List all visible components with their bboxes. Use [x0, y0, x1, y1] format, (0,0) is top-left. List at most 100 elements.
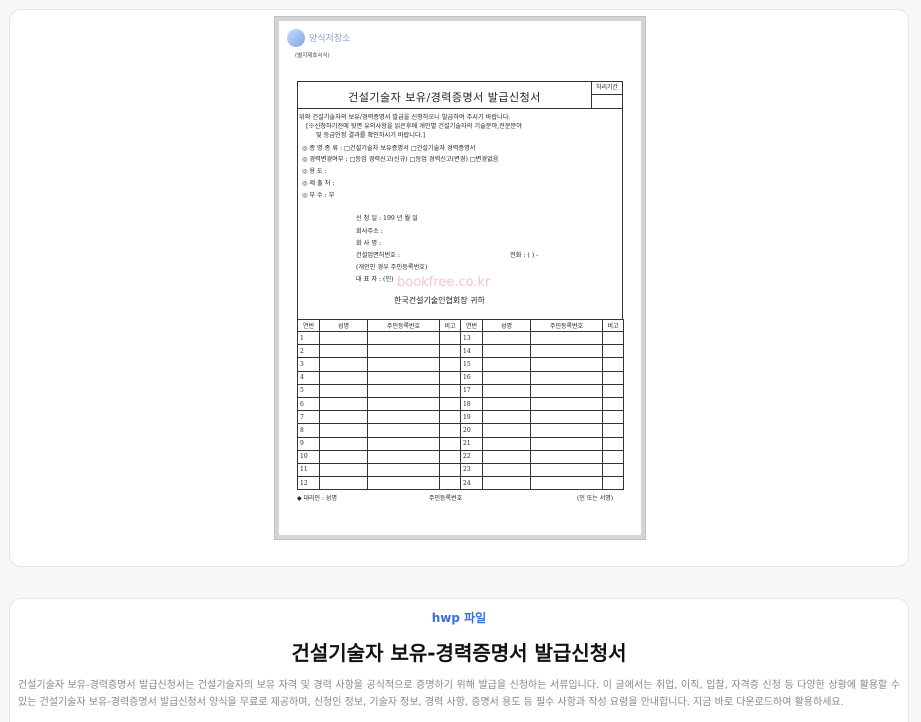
table-cell	[530, 396, 603, 412]
representative: 대 표 자 : (인)	[356, 276, 394, 283]
table-cell	[367, 449, 440, 464]
row-number-cell: 24	[460, 476, 483, 491]
footer-id: 주민등록번호	[429, 495, 463, 502]
footer-sign: (인 또는 서명)	[577, 495, 614, 502]
license-number: 건설업면허번호 :	[356, 252, 400, 259]
applicant-table: 연번 성명 주민등록번호 비고 연번 성명 주민등록번호 비고 1 13 2 14 3 1…	[297, 319, 624, 491]
table-cell	[439, 396, 461, 412]
table-cell	[367, 357, 440, 372]
table-row: 8 20	[297, 423, 624, 438]
table-cell	[482, 436, 531, 451]
document-page: 양식저장소 (별지제호서식) 건설기술자 보유/경력증명서 발급신청서 처리기간…	[279, 21, 641, 535]
table-cell	[602, 370, 624, 385]
row-number-cell: 15	[460, 357, 483, 372]
table-cell	[367, 383, 440, 398]
table-row: 4 16	[297, 370, 624, 385]
row-number-cell: 5	[297, 383, 320, 398]
table-cell	[439, 330, 461, 346]
recipient: 한국건설기술인협회장 귀하	[394, 296, 485, 305]
application-date: 신 청 일 : 199 년 월 일	[356, 215, 418, 222]
certificate-kind-row: ◎ 증 명 종 류 : □건설기술자 보유증명서 □건설기술자 경력증명서	[302, 145, 476, 152]
table-cell	[367, 410, 440, 425]
info-card: hwp 파일 건설기술자 보유-경력증명서 발급신청서 건설기술자 보유-경력증…	[9, 598, 909, 722]
watermark: bookfree.co.kr	[397, 275, 491, 290]
row-number-cell: 14	[460, 344, 483, 359]
row-number-cell: 20	[460, 423, 483, 438]
table-cell	[530, 357, 603, 372]
table-cell	[319, 462, 368, 478]
table-row: 5 17	[297, 383, 624, 398]
table-cell	[482, 396, 531, 412]
row-number-cell: 2	[297, 344, 320, 359]
table-header-row: 연번 성명 주민등록번호 비고 연번 성명 주민등록번호 비고	[297, 319, 624, 332]
row-number-cell: 23	[460, 462, 483, 478]
table-cell	[482, 370, 531, 385]
table-cell	[319, 396, 368, 412]
table-cell	[602, 423, 624, 438]
table-cell	[367, 476, 440, 491]
table-cell	[367, 462, 440, 478]
row-number-cell: 13	[460, 330, 483, 346]
page-description: 건설기술자 보유-경력증명서 발급신청서는 건설기술자의 보유 자격 및 경력 …	[18, 680, 900, 708]
table-cell	[439, 410, 461, 425]
copies-row: ◎ 부 수 : 부	[302, 192, 335, 199]
table-cell	[367, 330, 440, 346]
row-number-cell: 9	[297, 436, 320, 451]
column-header: 연번	[297, 319, 320, 332]
table-cell	[602, 396, 624, 412]
row-number-cell: 21	[460, 436, 483, 451]
table-cell	[602, 449, 624, 464]
table-cell	[530, 344, 603, 359]
table-cell	[530, 410, 603, 425]
file-type-label: hwp 파일	[431, 611, 487, 625]
column-header: 성명	[482, 319, 531, 332]
table-cell	[439, 383, 461, 398]
table-row: 6 18	[297, 396, 624, 412]
table-cell	[482, 383, 531, 398]
phone-number: 전화 : ( ) -	[510, 252, 539, 259]
table-cell	[319, 370, 368, 385]
table-row: 3 15	[297, 357, 624, 372]
table-cell	[602, 410, 624, 425]
form-number: (별지제호서식)	[295, 53, 330, 59]
table-cell	[482, 330, 531, 346]
table-cell	[439, 449, 461, 464]
row-number-cell: 11	[297, 462, 320, 478]
table-row: 7 19	[297, 410, 624, 425]
table-cell	[439, 436, 461, 451]
row-number-cell: 10	[297, 449, 320, 464]
intro-text: 위와 건설기술자의 보유/경력증명서 발급을 신청하오니 발급하여 주시기 바랍…	[299, 114, 511, 121]
table-cell	[602, 476, 624, 491]
table-cell	[319, 449, 368, 464]
table-row: 1 13	[297, 330, 624, 346]
table-cell	[367, 396, 440, 412]
document-preview[interactable]: 양식저장소 (별지제호서식) 건설기술자 보유/경력증명서 발급신청서 처리기간…	[274, 16, 646, 540]
table-cell	[482, 449, 531, 464]
table-cell	[530, 449, 603, 464]
note-line-1: [※신청하기전에 뒷면 유의사항을 읽은후에 개인별 건설기술자의 기술분야,전…	[306, 123, 522, 130]
logo-icon	[287, 29, 305, 47]
row-number-cell: 19	[460, 410, 483, 425]
page-title: 건설기술자 보유-경력증명서 발급신청서	[291, 641, 627, 665]
table-cell	[602, 462, 624, 478]
row-number-cell: 17	[460, 383, 483, 398]
document-title: 건설기술자 보유/경력증명서 발급신청서	[348, 91, 541, 104]
column-header: 성명	[319, 319, 368, 332]
table-cell	[482, 410, 531, 425]
table-cell	[439, 423, 461, 438]
column-header: 비고	[602, 319, 624, 332]
preview-card: 양식저장소 (별지제호서식) 건설기술자 보유/경력증명서 발급신청서 처리기간…	[9, 9, 909, 567]
table-cell	[482, 344, 531, 359]
table-cell	[367, 423, 440, 438]
table-cell	[319, 357, 368, 372]
column-header: 연번	[460, 319, 483, 332]
table-cell	[530, 330, 603, 346]
company-address: 회사주소 :	[356, 228, 383, 235]
table-cell	[482, 357, 531, 372]
table-cell	[439, 357, 461, 372]
table-cell	[439, 462, 461, 478]
table-cell	[319, 330, 368, 346]
table-cell	[319, 383, 368, 398]
column-header: 비고	[439, 319, 461, 332]
table-cell	[602, 436, 624, 451]
